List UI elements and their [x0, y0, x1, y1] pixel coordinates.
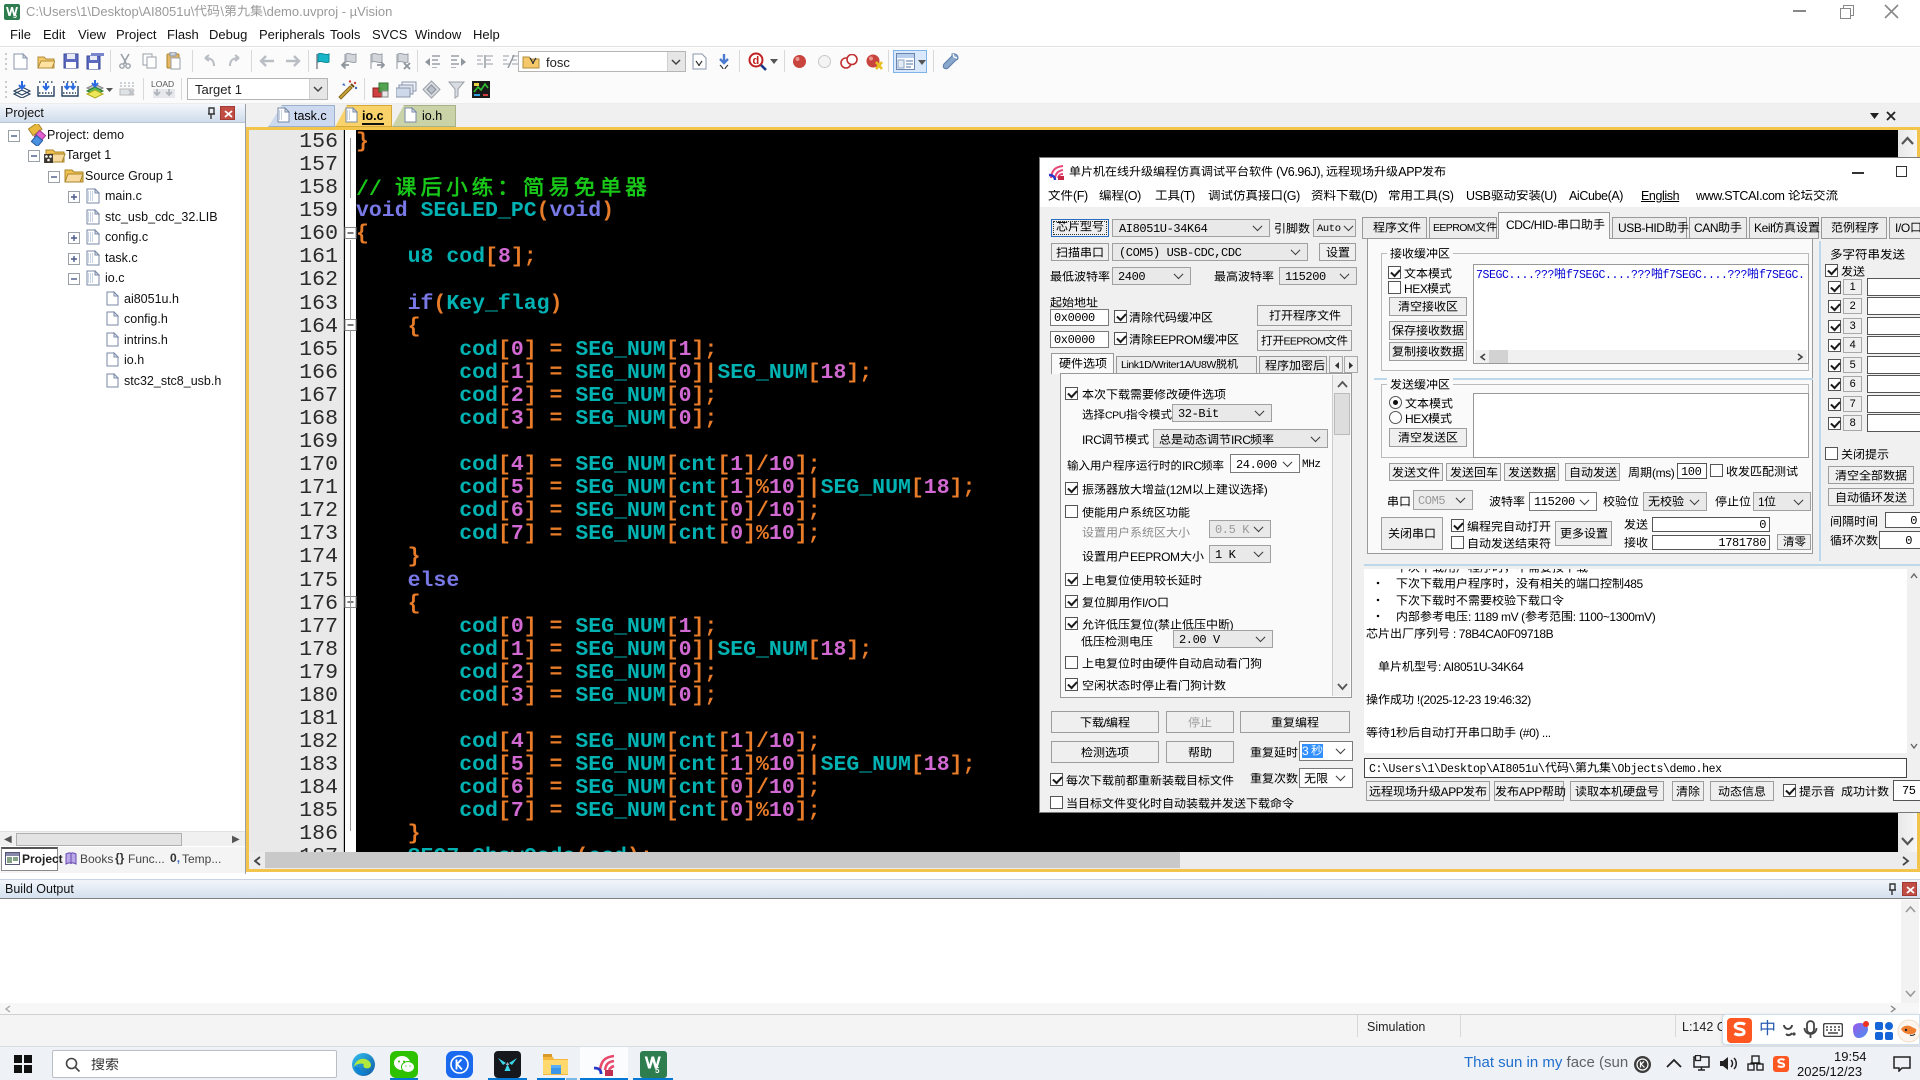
svg-text:d: d [753, 55, 760, 67]
svg-text:5: 5 [655, 1066, 660, 1075]
svg-text:LOAD: LOAD [151, 79, 174, 89]
svg-text:5: 5 [13, 13, 17, 20]
